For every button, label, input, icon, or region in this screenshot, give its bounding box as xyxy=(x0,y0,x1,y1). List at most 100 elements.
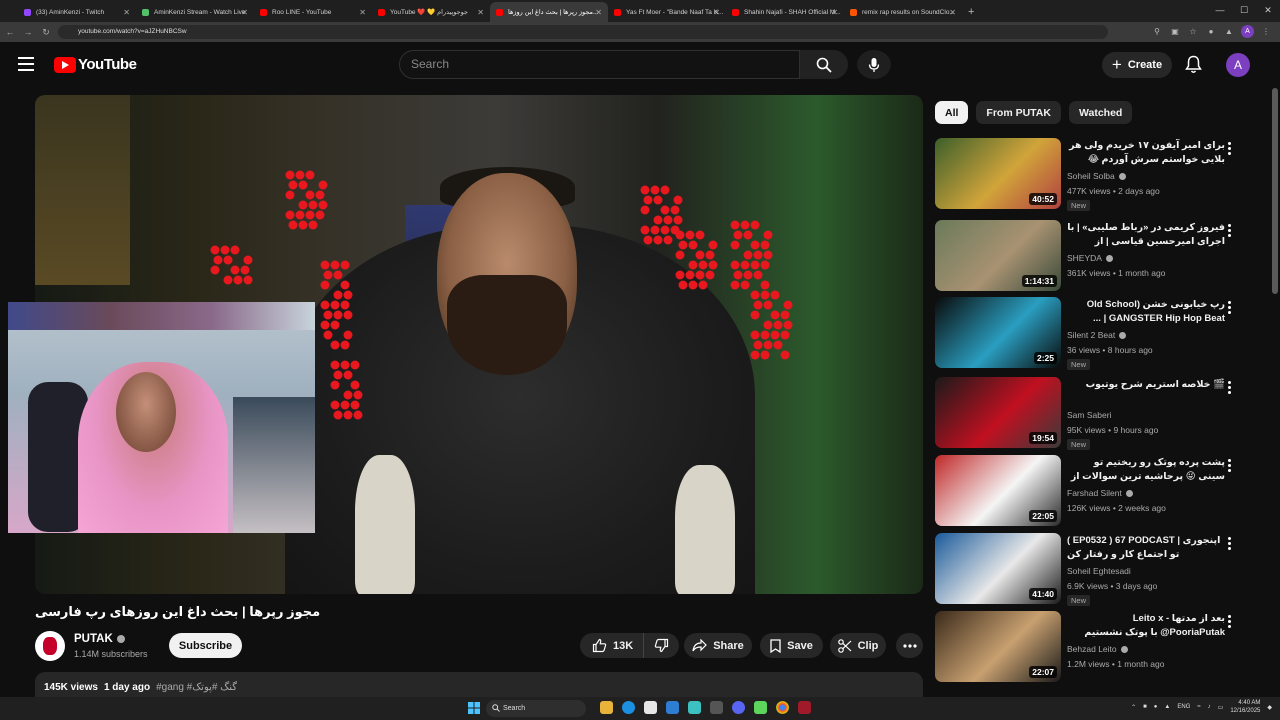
browser-tab[interactable]: remix rap results on SoundClo... ✕ xyxy=(844,2,962,22)
recommendation-channel[interactable]: Soheil Eghtesadi xyxy=(1067,566,1131,576)
browser-menu-icon[interactable]: ⋮ xyxy=(1260,27,1272,36)
input-language[interactable]: ENG xyxy=(1177,704,1190,710)
reload-icon[interactable]: ↻ xyxy=(38,27,54,38)
voice-search-button[interactable] xyxy=(857,50,891,79)
hashtags[interactable]: #gang #گنگ #پوتک xyxy=(156,682,237,693)
app-icon[interactable] xyxy=(688,701,701,714)
recommendation-title[interactable]: ( EP0532 ) 67 PODCAST | اپنجوری تو اجتما… xyxy=(1067,534,1225,562)
browser-tab[interactable]: YouTube ❤️ 💛 جوجو‌پیدرام ✕ xyxy=(372,2,490,22)
search-input[interactable]: Search xyxy=(399,50,800,79)
recommendation-title[interactable]: فیروز کریمی در «رباط صلیبی» | با اجرای ا… xyxy=(1067,221,1225,249)
puzzle-icon[interactable]: ▲ xyxy=(1223,27,1235,36)
recommendation-more-icon[interactable] xyxy=(1228,537,1232,550)
recommendation-item[interactable]: 40:52 برای امیر آیفون ۱۷ خریدم ولی هر بلا… xyxy=(935,138,1245,211)
chrome-icon[interactable] xyxy=(776,701,789,714)
bookmark-star-icon[interactable]: ☆ xyxy=(1187,27,1199,36)
tab-close-icon[interactable]: ✕ xyxy=(241,8,248,17)
search-button[interactable] xyxy=(800,50,848,79)
recommendation-channel[interactable]: Farshad Silent xyxy=(1067,488,1133,498)
tab-close-icon[interactable]: ✕ xyxy=(713,8,720,17)
recommendation-channel[interactable]: SHEYDA xyxy=(1067,253,1113,263)
terminal-icon[interactable] xyxy=(710,701,723,714)
subscribe-button[interactable]: Subscribe xyxy=(169,633,242,658)
recommendation-item[interactable]: 19:54 🎬 خلاصه استریم شرح یوتیوب Sam Saberi… xyxy=(935,377,1245,450)
filter-chip[interactable]: From PUTAK xyxy=(976,101,1061,124)
recommendation-item[interactable]: 1:14:31 فیروز کریمی در «رباط صلیبی» | با … xyxy=(935,220,1245,292)
tab-close-icon[interactable]: ✕ xyxy=(595,8,602,17)
recommendation-title[interactable]: بعد از مدتها - Leito x @PooriaPutak با پ… xyxy=(1067,612,1225,640)
recommendation-thumbnail[interactable]: 40:52 xyxy=(935,138,1061,209)
tray-chevron-icon[interactable]: ⌃ xyxy=(1131,704,1136,711)
recommendation-more-icon[interactable] xyxy=(1228,224,1232,237)
recommendation-channel[interactable]: Behzad Leito xyxy=(1067,644,1128,654)
recommendation-title[interactable]: رپ خیابونی خشن Old School) GANGSTER Hip … xyxy=(1067,298,1225,326)
browser-tab[interactable]: مجوز رپرها | بحث داغ این روزها... ✕ xyxy=(490,2,608,22)
recommendation-more-icon[interactable] xyxy=(1228,301,1232,314)
tray-app-icon-2[interactable]: ● xyxy=(1154,704,1158,710)
clock[interactable]: 4:40 AM 12/16/2025 xyxy=(1230,699,1260,715)
browser-tab[interactable]: Roo LINE - YouTube ✕ xyxy=(254,2,372,22)
taskbar-search[interactable]: Search xyxy=(486,700,586,717)
filter-chip[interactable]: All xyxy=(935,101,969,124)
address-bar[interactable]: youtube.com/watch?v=aJZHuNBCSw xyxy=(58,25,1108,39)
app-green-icon[interactable] xyxy=(754,701,767,714)
recommendation-channel[interactable]: Sam Saberi xyxy=(1067,410,1111,420)
recommendation-thumbnail[interactable]: 22:07 xyxy=(935,611,1061,682)
tab-close-icon[interactable]: ✕ xyxy=(477,8,484,17)
recommendation-thumbnail[interactable]: 19:54 xyxy=(935,377,1061,448)
recommendation-thumbnail[interactable]: 22:05 xyxy=(935,455,1061,526)
discord-icon[interactable] xyxy=(732,701,745,714)
tab-close-icon[interactable]: ✕ xyxy=(831,8,838,17)
back-icon[interactable]: ← xyxy=(2,27,18,37)
browser-tab[interactable]: (33) AminKenzi - Twitch ✕ xyxy=(18,2,136,22)
app-red-icon[interactable] xyxy=(798,701,811,714)
forward-icon[interactable]: → xyxy=(20,27,36,37)
browser-tab[interactable]: AminKenzi Stream - Watch Live ✕ xyxy=(136,2,254,22)
recommendation-channel[interactable]: Soheil Solba xyxy=(1067,171,1126,181)
extension-icon[interactable]: ● xyxy=(1205,27,1217,36)
recommendation-thumbnail[interactable]: 41:40 xyxy=(935,533,1061,604)
profile-avatar[interactable]: A xyxy=(1241,25,1254,38)
maximize-icon[interactable]: ☐ xyxy=(1232,0,1256,20)
zoom-icon[interactable]: ⚲ xyxy=(1151,27,1163,36)
bell-icon[interactable] xyxy=(1185,55,1202,74)
channel-avatar[interactable] xyxy=(35,631,65,661)
recommendation-title[interactable]: برای امیر آیفون ۱۷ خریدم ولی هر بلایی خو… xyxy=(1067,139,1225,167)
tray-app-icon[interactable]: ■ xyxy=(1143,704,1147,710)
edge-icon[interactable] xyxy=(622,701,635,714)
tab-close-icon[interactable]: ✕ xyxy=(949,8,956,17)
recommendation-thumbnail[interactable]: 2:25 xyxy=(935,297,1061,368)
recommendation-channel[interactable]: Silent 2 Beat xyxy=(1067,330,1127,340)
hamburger-icon[interactable] xyxy=(18,57,34,71)
channel-name[interactable]: PUTAK xyxy=(74,633,125,645)
recommendation-item[interactable]: 22:05 پشت پرده پوتک رو ریختیم تو سینی 😜 پ… xyxy=(935,455,1245,527)
tab-close-icon[interactable]: ✕ xyxy=(123,8,130,17)
recommendation-title[interactable]: 🎬 خلاصه استریم شرح یوتیوب xyxy=(1067,378,1225,406)
tray-app-icon-3[interactable]: ▲ xyxy=(1164,704,1170,710)
browser-tab[interactable]: Shahin Najafi - SHAH Official M... ✕ xyxy=(726,2,844,22)
store-icon[interactable] xyxy=(644,701,657,714)
file-explorer-icon[interactable] xyxy=(600,701,613,714)
filter-chip[interactable]: Watched xyxy=(1068,101,1133,124)
recommendation-thumbnail[interactable]: 1:14:31 xyxy=(935,220,1061,291)
recommendation-title[interactable]: پشت پرده پوتک رو ریختیم تو سینی 😜 پرحاشی… xyxy=(1067,456,1225,484)
vscode-icon[interactable] xyxy=(666,701,679,714)
recommendation-item[interactable]: 22:07 بعد از مدتها - Leito x @PooriaPutak… xyxy=(935,611,1245,683)
cast-icon[interactable]: ▣ xyxy=(1169,27,1181,36)
notifications-icon[interactable]: ◆ xyxy=(1267,704,1272,711)
tab-close-icon[interactable]: ✕ xyxy=(359,8,366,17)
dislike-button[interactable] xyxy=(644,638,679,653)
windows-start-icon[interactable] xyxy=(468,702,480,714)
recommendation-more-icon[interactable] xyxy=(1228,381,1232,394)
save-button[interactable]: Save xyxy=(760,633,823,658)
recommendation-item[interactable]: 2:25 رپ خیابونی خشن Old School) GANGSTER … xyxy=(935,297,1245,370)
more-actions-button[interactable] xyxy=(896,633,923,658)
volume-icon[interactable]: ♪ xyxy=(1208,704,1211,710)
recommendation-more-icon[interactable] xyxy=(1228,142,1232,155)
share-button[interactable]: Share xyxy=(684,633,752,658)
create-button[interactable]: + Create xyxy=(1102,52,1172,78)
minimize-icon[interactable]: — xyxy=(1208,0,1232,20)
youtube-logo[interactable]: YouTube xyxy=(54,56,137,73)
description-box[interactable]: 145K views 1 day ago #gang #گنگ #پوتک xyxy=(35,672,923,700)
battery-icon[interactable]: ▭ xyxy=(1218,704,1224,711)
